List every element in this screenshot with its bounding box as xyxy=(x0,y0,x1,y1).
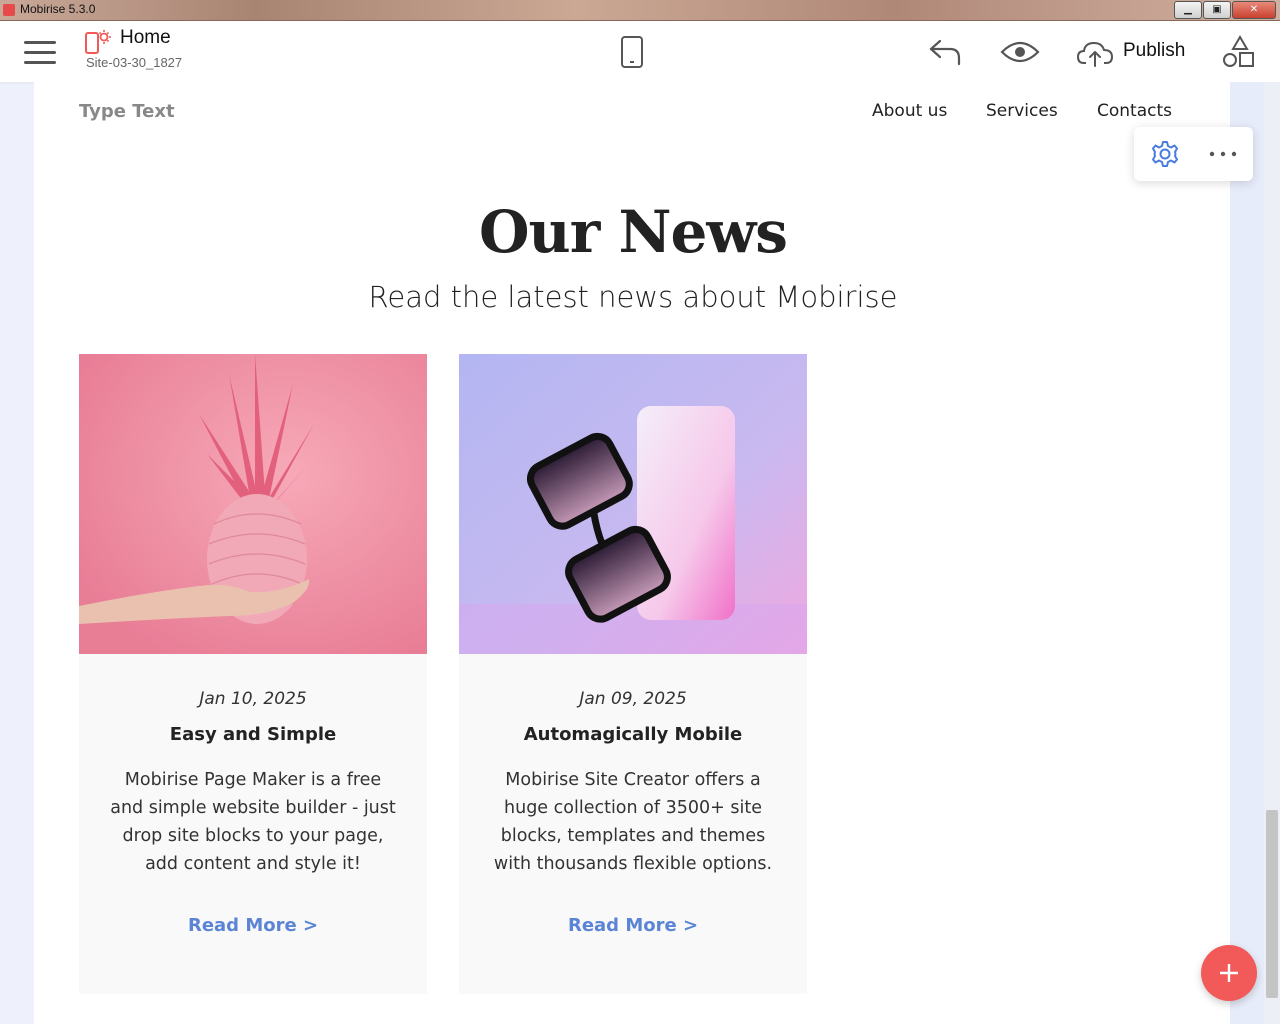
page-title[interactable]: Home xyxy=(120,27,171,49)
block-tools xyxy=(1134,127,1253,181)
card-image-pineapple[interactable] xyxy=(79,354,427,654)
card-image-sunglasses[interactable] xyxy=(459,354,807,654)
news-card: Jan 09, 2025 Automagically Mobile Mobiri… xyxy=(459,354,807,994)
editor-toolbar: Home Site-03-30_1827 Publish xyxy=(0,21,1280,82)
news-card: Jan 10, 2025 Easy and Simple Mobirise Pa… xyxy=(79,354,427,994)
gear-icon[interactable] xyxy=(1151,140,1179,168)
maximize-button[interactable]: ▣ xyxy=(1203,1,1231,19)
minimize-button[interactable]: ▁ xyxy=(1174,1,1202,19)
nav-link-about[interactable]: About us xyxy=(872,101,947,121)
site-name: Site-03-30_1827 xyxy=(86,55,183,70)
window-controls: ▁ ▣ ✕ xyxy=(1174,1,1276,19)
card-title[interactable]: Automagically Mobile xyxy=(459,724,807,745)
window-titlebar: Mobirise 5.3.0 ▁ ▣ ✕ xyxy=(0,0,1280,21)
publish-button[interactable]: Publish xyxy=(1123,40,1185,62)
plus-icon xyxy=(1220,964,1238,982)
window-title: Mobirise 5.3.0 xyxy=(20,2,96,16)
add-block-button[interactable] xyxy=(1201,945,1257,1001)
nav-link-services[interactable]: Services xyxy=(986,101,1058,121)
menu-icon[interactable] xyxy=(24,39,56,65)
preview-eye-icon[interactable] xyxy=(1000,40,1040,64)
section-subtitle[interactable]: Read the latest news about Mobirise xyxy=(0,280,1266,314)
nav-link-contacts[interactable]: Contacts xyxy=(1097,101,1172,121)
blocks-icon[interactable] xyxy=(1222,35,1256,69)
mobile-preview-icon[interactable] xyxy=(620,35,644,69)
page-icon xyxy=(85,30,111,54)
card-title[interactable]: Easy and Simple xyxy=(79,724,427,745)
undo-icon[interactable] xyxy=(928,37,962,67)
card-date[interactable]: Jan 10, 2025 xyxy=(79,689,427,709)
card-date[interactable]: Jan 09, 2025 xyxy=(459,689,807,709)
close-button[interactable]: ✕ xyxy=(1232,1,1276,19)
section-title[interactable]: Our News xyxy=(0,198,1266,266)
read-more-link[interactable]: Read More > xyxy=(79,915,427,936)
read-more-link[interactable]: Read More > xyxy=(459,915,807,936)
cloud-upload-icon[interactable] xyxy=(1076,38,1114,68)
site-brand[interactable]: Type Text xyxy=(79,101,175,122)
more-icon[interactable] xyxy=(1209,151,1237,157)
app-icon xyxy=(3,4,15,16)
card-text[interactable]: Mobirise Site Creator offers a huge coll… xyxy=(489,766,777,878)
scrollbar-thumb[interactable] xyxy=(1266,810,1278,998)
card-text[interactable]: Mobirise Page Maker is a free and simple… xyxy=(109,766,397,878)
